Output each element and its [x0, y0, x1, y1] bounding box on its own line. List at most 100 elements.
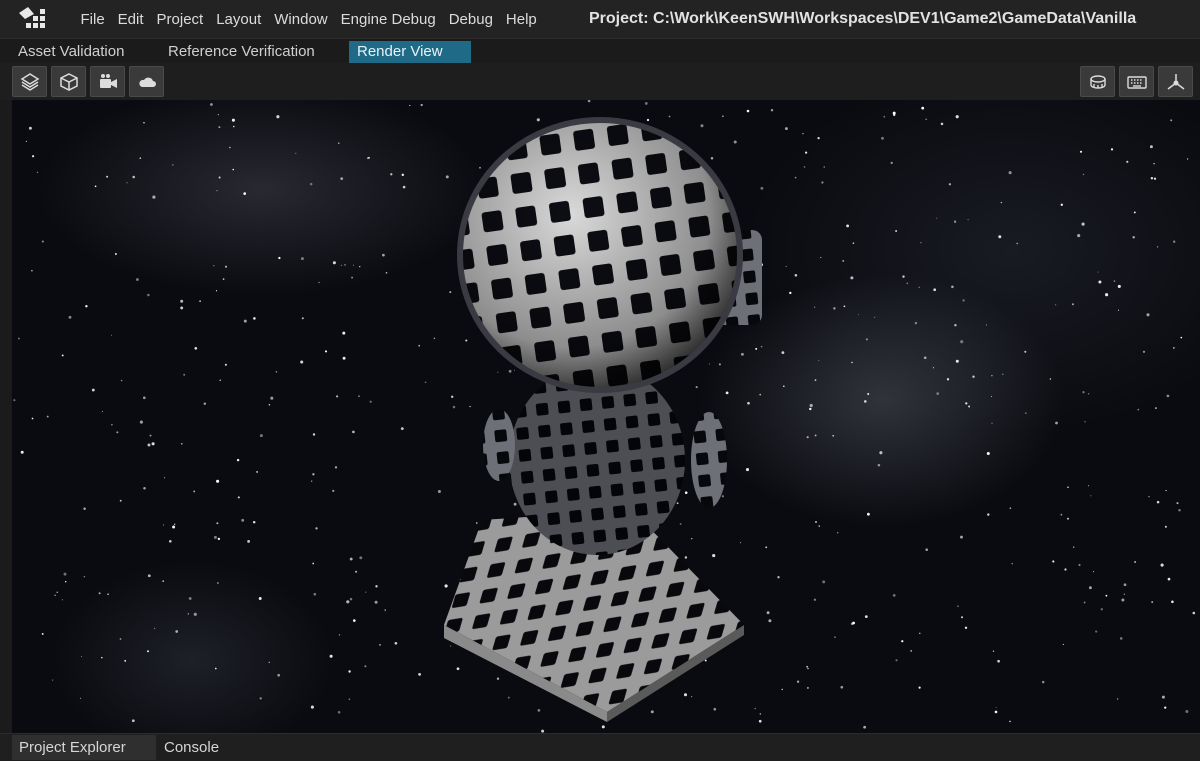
star: [338, 142, 340, 144]
star: [813, 306, 816, 308]
star: [340, 177, 344, 180]
render-viewport[interactable]: [12, 100, 1200, 733]
star: [313, 592, 317, 596]
star: [1095, 630, 1098, 633]
star: [992, 650, 995, 652]
tab-reference-verification[interactable]: Reference Verification: [162, 41, 321, 63]
star: [784, 127, 788, 131]
star: [384, 609, 386, 611]
star: [111, 334, 113, 336]
star: [295, 152, 297, 154]
star: [1077, 234, 1081, 238]
star: [814, 434, 817, 437]
star: [877, 463, 881, 467]
menu-bar: File Edit Project Layout Window Engine D…: [74, 0, 543, 38]
app-logo-icon[interactable]: [17, 5, 51, 33]
star: [770, 108, 774, 112]
star: [1126, 160, 1129, 163]
cloud-button[interactable]: [129, 66, 164, 97]
star: [874, 316, 876, 319]
menu-help[interactable]: Help: [499, 11, 543, 28]
star: [496, 677, 500, 680]
star: [923, 356, 927, 360]
star: [986, 451, 990, 456]
gizmo-button[interactable]: [1158, 66, 1193, 97]
star: [962, 299, 965, 302]
star: [241, 518, 245, 522]
keyboard-button[interactable]: [1119, 66, 1154, 97]
star: [217, 537, 221, 541]
star: [374, 600, 378, 604]
star: [601, 725, 605, 729]
tab-project-explorer[interactable]: Project Explorer: [12, 735, 156, 760]
star: [1067, 486, 1069, 488]
menu-debug[interactable]: Debug: [442, 11, 499, 28]
star: [995, 706, 997, 708]
star: [746, 109, 750, 113]
star: [1153, 162, 1155, 165]
measure-button[interactable]: [1080, 66, 1115, 97]
camera-button[interactable]: [90, 66, 125, 97]
star: [172, 525, 176, 529]
star: [725, 391, 729, 395]
star: [997, 659, 1000, 663]
star: [998, 235, 1002, 239]
star: [892, 594, 896, 597]
menu-engine-debug[interactable]: Engine Debug: [334, 11, 442, 28]
star: [336, 395, 339, 398]
menu-window[interactable]: Window: [268, 11, 334, 28]
star: [1113, 280, 1116, 282]
star: [755, 347, 758, 350]
menu-project[interactable]: Project: [150, 11, 210, 28]
layers-button[interactable]: [12, 66, 47, 97]
star: [508, 369, 512, 373]
star: [119, 638, 122, 640]
star: [1082, 173, 1085, 176]
star: [1171, 600, 1174, 604]
star: [951, 285, 954, 289]
star: [901, 640, 904, 643]
star: [324, 350, 328, 353]
star: [972, 375, 975, 378]
star: [315, 527, 318, 530]
cube-button[interactable]: [51, 66, 86, 97]
menu-file[interactable]: File: [74, 11, 111, 28]
star: [1110, 148, 1114, 151]
menu-edit[interactable]: Edit: [111, 11, 150, 28]
star: [1084, 420, 1086, 423]
star: [312, 433, 316, 436]
star: [188, 597, 192, 600]
tab-asset-validation[interactable]: Asset Validation: [12, 41, 130, 63]
star: [358, 265, 361, 268]
star: [758, 719, 762, 723]
star: [375, 585, 378, 588]
star: [713, 707, 717, 711]
star: [312, 473, 315, 476]
star: [418, 344, 421, 347]
star: [199, 300, 202, 303]
star: [668, 115, 671, 118]
star: [809, 403, 813, 408]
star: [679, 523, 682, 525]
star: [318, 281, 320, 284]
star: [52, 679, 54, 681]
star: [857, 314, 859, 316]
star: [193, 612, 197, 616]
star: [1119, 637, 1123, 640]
camera-video-icon: [99, 73, 117, 88]
star: [385, 271, 388, 274]
tab-console[interactable]: Console: [157, 735, 226, 760]
star: [1073, 546, 1075, 548]
menu-layout[interactable]: Layout: [210, 11, 268, 28]
star: [390, 173, 393, 176]
star: [85, 305, 88, 308]
star: [342, 356, 346, 360]
star: [216, 479, 220, 483]
star: [68, 315, 72, 319]
star: [180, 306, 184, 310]
star: [955, 359, 959, 363]
tab-render-view[interactable]: Render View: [349, 41, 471, 63]
star: [63, 572, 67, 576]
star: [1173, 347, 1175, 349]
star: [814, 520, 818, 524]
